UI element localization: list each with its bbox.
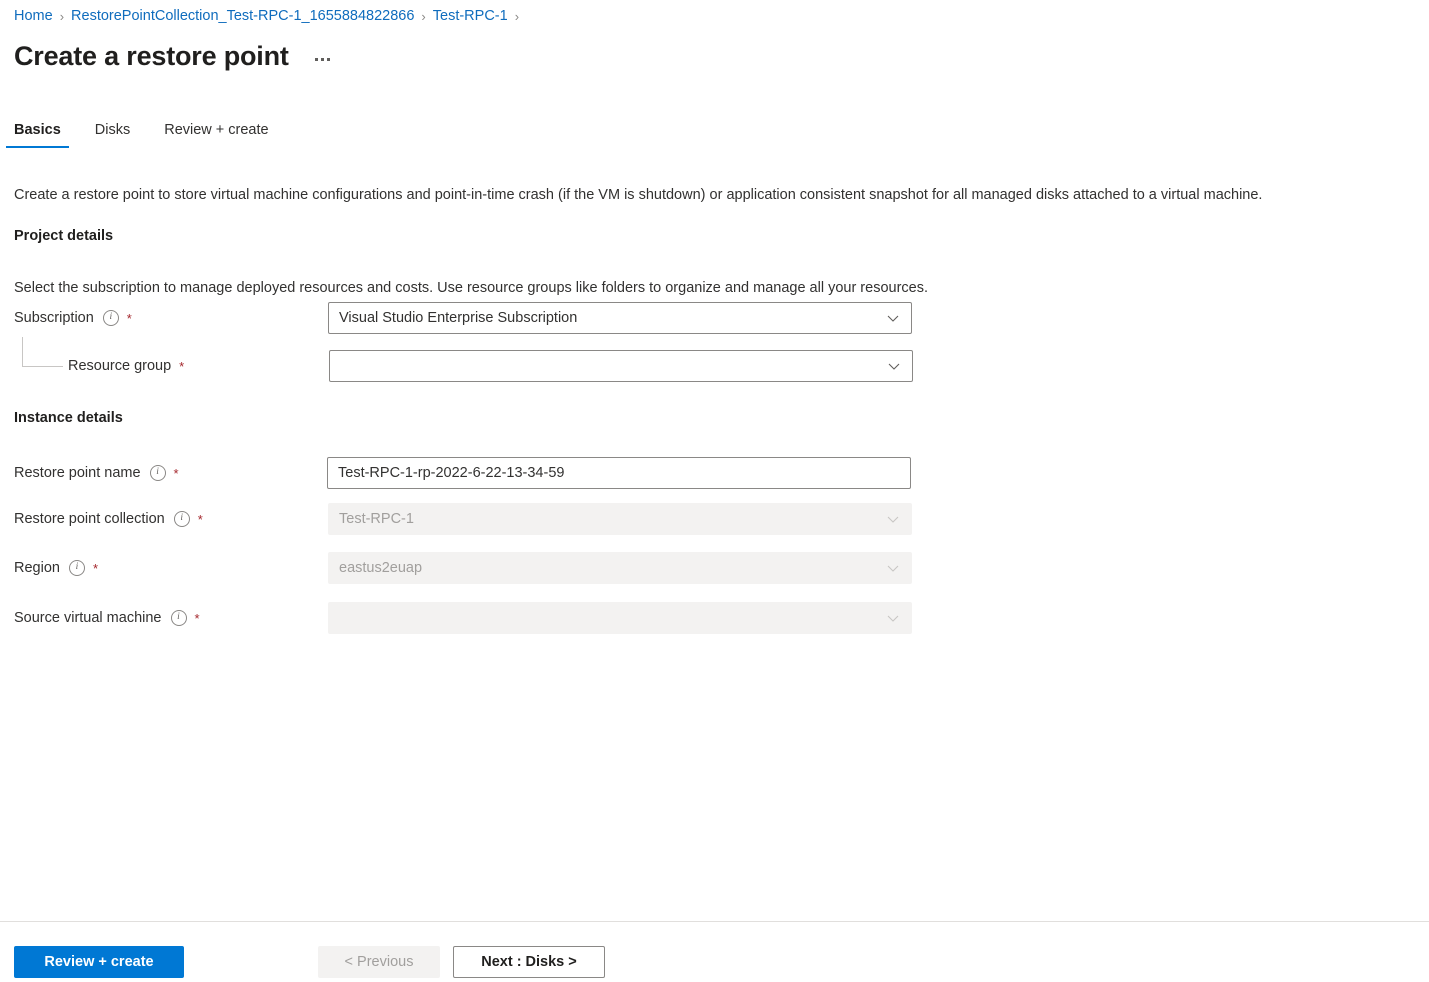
previous-button: < Previous [318,946,440,978]
breadcrumb-separator: › [60,9,64,24]
subscription-value: Visual Studio Enterprise Subscription [339,310,881,326]
chevron-down-icon [887,612,899,624]
page-title: Create a restore point [14,40,289,72]
wizard-footer: Review + create < Previous Next : Disks … [0,922,1429,982]
breadcrumb-item-home[interactable]: Home [14,8,53,24]
required-asterisk: * [127,312,132,325]
tab-disks[interactable]: Disks [85,122,140,148]
section-heading-project-details: Project details [14,228,113,244]
indent-connector [22,337,63,367]
restore-point-collection-label-group: Restore point collection i * [14,503,203,535]
resource-group-label: Resource group [68,358,171,374]
required-asterisk: * [198,513,203,526]
restore-point-name-value: Test-RPC-1-rp-2022-6-22-13-34-59 [338,465,902,481]
required-asterisk: * [179,360,184,373]
info-icon[interactable]: i [174,511,190,527]
region-value: eastus2euap [339,560,881,576]
tab-basics[interactable]: Basics [4,122,71,148]
source-virtual-machine-label-group: Source virtual machine i * [14,602,200,634]
subscription-label-group: Subscription i * [14,302,132,334]
region-label: Region [14,560,60,576]
info-icon[interactable]: i [150,465,166,481]
section-heading-instance-details: Instance details [14,410,123,426]
source-virtual-machine-dropdown [328,602,912,634]
info-icon[interactable]: i [103,310,119,326]
wizard-tabs: Basics Disks Review + create [14,122,293,148]
chevron-down-icon [887,562,899,574]
breadcrumb: Home › RestorePointCollection_Test-RPC-1… [14,5,526,27]
required-asterisk: * [195,612,200,625]
subscription-label: Subscription [14,310,94,326]
resource-group-label-group: Resource group * [68,350,184,382]
required-asterisk: * [174,467,179,480]
restore-point-collection-value: Test-RPC-1 [339,511,881,527]
breadcrumb-item-restore-point-collection[interactable]: RestorePointCollection_Test-RPC-1_165588… [71,8,414,24]
breadcrumb-separator: › [421,9,425,24]
region-label-group: Region i * [14,552,98,584]
tab-review-create[interactable]: Review + create [154,122,278,148]
page-header: Create a restore point [14,40,334,72]
breadcrumb-item-test-rpc-1[interactable]: Test-RPC-1 [433,8,508,24]
ellipsis-icon[interactable] [311,54,334,65]
chevron-down-icon [888,360,900,372]
ellipsis-dot [327,58,330,61]
restore-point-name-label-group: Restore point name i * [14,457,179,489]
review-create-button[interactable]: Review + create [14,946,184,978]
subscription-dropdown[interactable]: Visual Studio Enterprise Subscription [328,302,912,334]
restore-point-name-label: Restore point name [14,465,141,481]
chevron-down-icon [887,513,899,525]
region-dropdown: eastus2euap [328,552,912,584]
next-disks-button[interactable]: Next : Disks > [453,946,605,978]
required-asterisk: * [93,562,98,575]
info-icon[interactable]: i [69,560,85,576]
restore-point-name-input[interactable]: Test-RPC-1-rp-2022-6-22-13-34-59 [327,457,911,489]
restore-point-collection-label: Restore point collection [14,511,165,527]
ellipsis-dot [321,58,324,61]
info-icon[interactable]: i [171,610,187,626]
page-description: Create a restore point to store virtual … [14,185,1419,205]
project-details-description: Select the subscription to manage deploy… [14,278,1419,298]
source-virtual-machine-label: Source virtual machine [14,610,162,626]
restore-point-collection-dropdown: Test-RPC-1 [328,503,912,535]
chevron-down-icon [887,312,899,324]
resource-group-dropdown[interactable] [329,350,913,382]
ellipsis-dot [315,58,318,61]
breadcrumb-separator: › [515,9,519,24]
